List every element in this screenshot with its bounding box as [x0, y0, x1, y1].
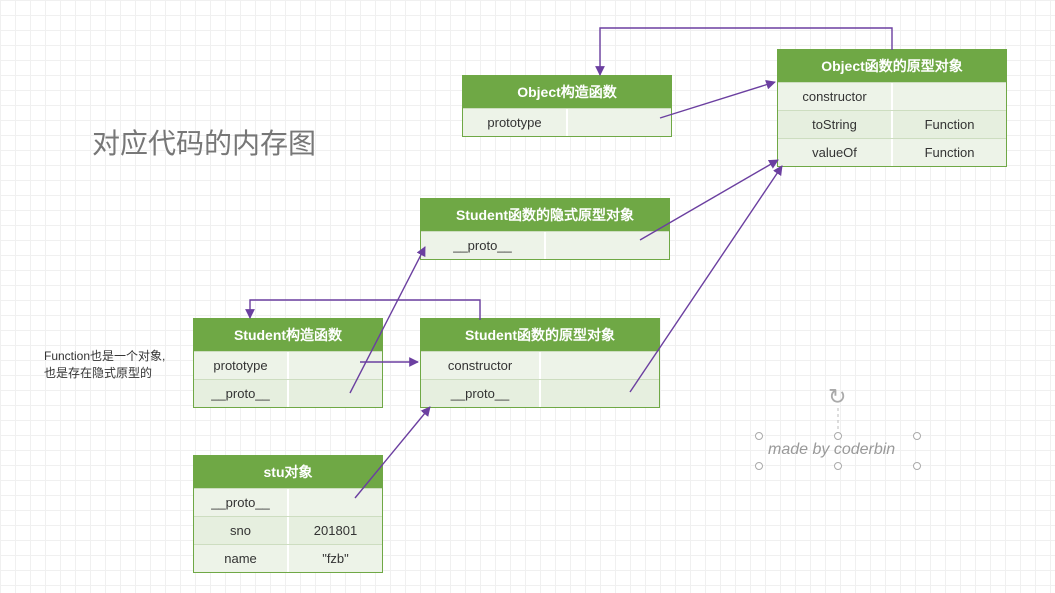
cell-val: Function: [891, 111, 1006, 138]
box-stu-instance: stu对象 __proto__ sno 201801 name "fzb": [193, 455, 383, 573]
box-student-prototype: Student函数的原型对象 constructor __proto__: [420, 318, 660, 408]
selection-handle[interactable]: [834, 432, 842, 440]
table-row: prototype: [194, 351, 382, 379]
table-row: constructor: [778, 82, 1006, 110]
table-row: sno 201801: [194, 516, 382, 544]
selection-handle[interactable]: [913, 432, 921, 440]
cell-key: __proto__: [421, 232, 544, 259]
table-row: prototype: [463, 108, 671, 136]
cell-val: [544, 232, 669, 259]
cell-key: constructor: [778, 83, 891, 110]
cell-val: 201801: [287, 517, 382, 544]
table-row: __proto__: [421, 379, 659, 407]
cell-val: [287, 352, 382, 379]
cell-val: [891, 83, 1006, 110]
cell-key: name: [194, 545, 287, 572]
table-row: __proto__: [194, 488, 382, 516]
box-header: stu对象: [194, 456, 382, 488]
box-header: Student函数的原型对象: [421, 319, 659, 351]
rotate-handle-icon[interactable]: ↻: [828, 384, 846, 410]
cell-val: [287, 489, 382, 516]
box-object-prototype: Object函数的原型对象 constructor toString Funct…: [777, 49, 1007, 167]
cell-val: [539, 352, 659, 379]
cell-key: prototype: [463, 109, 566, 136]
box-student-implicit-proto: Student函数的隐式原型对象 __proto__: [420, 198, 670, 260]
box-header: Student函数的隐式原型对象: [421, 199, 669, 231]
table-row: valueOf Function: [778, 138, 1006, 166]
diagram-title: 对应代码的内存图: [92, 122, 316, 162]
cell-val: Function: [891, 139, 1006, 166]
cell-val: [287, 380, 382, 407]
selection-handle[interactable]: [755, 432, 763, 440]
selection-handle[interactable]: [913, 462, 921, 470]
cell-val: [566, 109, 671, 136]
box-header: Object构造函数: [463, 76, 671, 108]
box-student-constructor: Student构造函数 prototype __proto__: [193, 318, 383, 408]
box-header: Object函数的原型对象: [778, 50, 1006, 82]
cell-key: __proto__: [194, 380, 287, 407]
table-row: __proto__: [421, 231, 669, 259]
cell-key: __proto__: [421, 380, 539, 407]
cell-val: [539, 380, 659, 407]
table-row: name "fzb": [194, 544, 382, 572]
cell-key: toString: [778, 111, 891, 138]
box-header: Student构造函数: [194, 319, 382, 351]
table-row: __proto__: [194, 379, 382, 407]
cell-key: valueOf: [778, 139, 891, 166]
cell-val: "fzb": [287, 545, 382, 572]
table-row: constructor: [421, 351, 659, 379]
selection-handle[interactable]: [755, 462, 763, 470]
cell-key: prototype: [194, 352, 287, 379]
watermark-text[interactable]: made by coderbin: [768, 441, 895, 459]
table-row: toString Function: [778, 110, 1006, 138]
cell-key: constructor: [421, 352, 539, 379]
selection-handle[interactable]: [834, 462, 842, 470]
box-object-constructor: Object构造函数 prototype: [462, 75, 672, 137]
cell-key: __proto__: [194, 489, 287, 516]
cell-key: sno: [194, 517, 287, 544]
function-note: Function也是一个对象, 也是存在隐式原型的: [44, 348, 165, 382]
